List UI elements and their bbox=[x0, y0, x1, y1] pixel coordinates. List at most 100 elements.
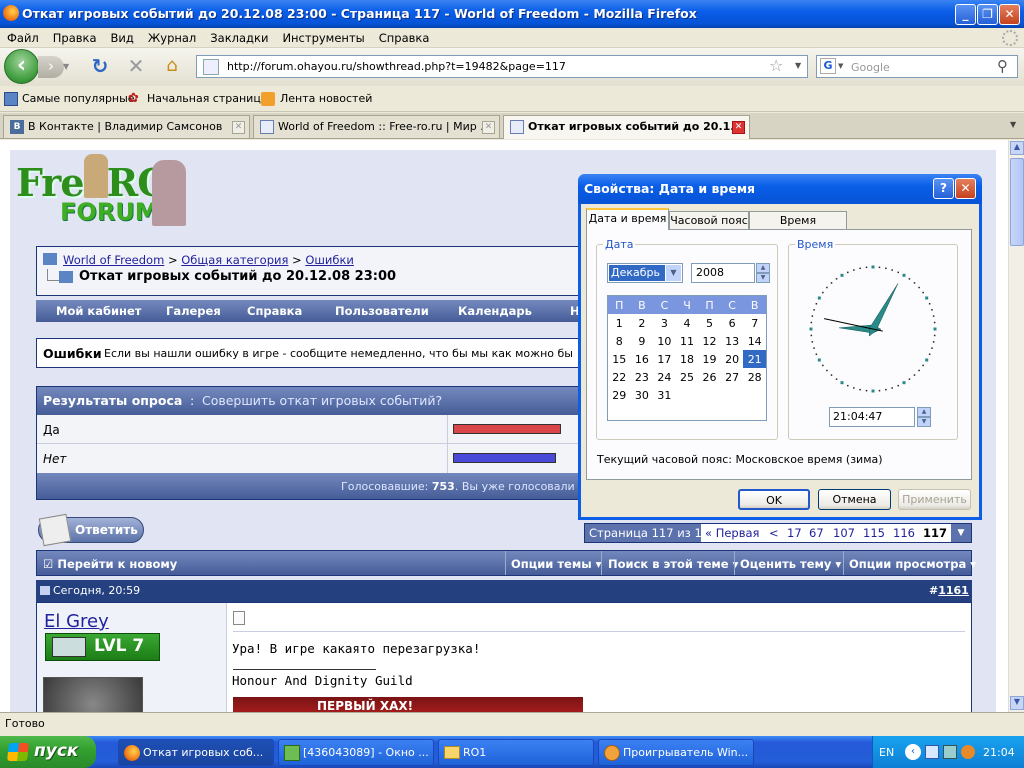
nav-help[interactable]: Справка bbox=[247, 304, 302, 318]
breadcrumb-forum[interactable]: Ошибки bbox=[305, 253, 354, 267]
page-107[interactable]: 107 bbox=[833, 526, 855, 540]
calendar-day[interactable]: 23 bbox=[631, 368, 654, 386]
url-dropdown-icon[interactable]: ▼ bbox=[795, 61, 801, 70]
google-icon[interactable]: G bbox=[820, 58, 836, 74]
tab-active-thread[interactable]: Откат игровых событий до 20.1... ✕ bbox=[503, 115, 750, 139]
tray-expand-icon[interactable]: ‹ bbox=[905, 744, 921, 760]
minimize-button[interactable]: _ bbox=[955, 4, 976, 25]
calendar-day[interactable]: 19 bbox=[698, 350, 721, 368]
calendar-day[interactable]: 20 bbox=[721, 350, 744, 368]
year-down-icon[interactable]: ▼ bbox=[756, 273, 770, 283]
calendar-day[interactable]: 3 bbox=[653, 314, 676, 332]
tab-list-dropdown-icon[interactable]: ▼ bbox=[1010, 120, 1016, 129]
thread-rate-menu[interactable]: Оценить тему ▾ bbox=[740, 557, 841, 571]
apply-button[interactable]: Применить bbox=[898, 489, 971, 510]
url-bar[interactable]: http://forum.ohayou.ru/showthread.php?t=… bbox=[196, 55, 808, 78]
home-icon[interactable]: ⌂ bbox=[160, 55, 184, 79]
menu-history[interactable]: Журнал bbox=[141, 28, 203, 45]
network-icon[interactable] bbox=[925, 745, 939, 759]
calendar-day[interactable]: 13 bbox=[721, 332, 744, 350]
signature-banner[interactable]: ПЕРВЫЙ ХАХ! bbox=[233, 697, 583, 712]
nav-calendar[interactable]: Календарь bbox=[458, 304, 532, 318]
page-first[interactable]: « Первая bbox=[705, 526, 759, 540]
reload-icon[interactable]: ↻ bbox=[88, 54, 112, 78]
tab-close-icon[interactable]: ✕ bbox=[482, 121, 495, 134]
time-down-icon[interactable]: ▼ bbox=[917, 417, 931, 427]
tab-close-icon[interactable]: ✕ bbox=[232, 121, 245, 134]
calendar-day[interactable]: 17 bbox=[653, 350, 676, 368]
taskbar-item-folder[interactable]: RO1 bbox=[438, 739, 594, 766]
close-button[interactable]: ✕ bbox=[999, 4, 1020, 25]
calendar-day[interactable]: 26 bbox=[698, 368, 721, 386]
time-up-icon[interactable]: ▲ bbox=[917, 407, 931, 417]
page-116[interactable]: 116 bbox=[893, 526, 915, 540]
engine-dropdown-icon[interactable]: ▼ bbox=[838, 62, 843, 70]
month-dropdown-icon[interactable]: ▼ bbox=[666, 265, 681, 281]
calendar-day[interactable]: 1 bbox=[608, 314, 631, 332]
cancel-button[interactable]: Отмена bbox=[818, 489, 891, 510]
history-dropdown-icon[interactable]: ▼ bbox=[63, 62, 75, 72]
calendar-day[interactable]: 29 bbox=[608, 386, 631, 404]
nav-users[interactable]: Пользователи bbox=[335, 304, 429, 318]
post-number-link[interactable]: 1161 bbox=[938, 584, 969, 597]
page-67[interactable]: 67 bbox=[809, 526, 824, 540]
year-up-icon[interactable]: ▲ bbox=[756, 263, 770, 273]
page-115[interactable]: 115 bbox=[863, 526, 885, 540]
calendar-day[interactable]: 10 bbox=[653, 332, 676, 350]
bookmark-star-icon[interactable]: ☆ bbox=[769, 56, 783, 75]
tab-close-icon[interactable]: ✕ bbox=[732, 121, 745, 134]
calendar-day[interactable]: 18 bbox=[676, 350, 699, 368]
nav-gallery[interactable]: Галерея bbox=[166, 304, 221, 318]
taskbar-item-firefox[interactable]: Откат игровых соб... bbox=[118, 739, 274, 766]
forward-button[interactable]: › bbox=[38, 56, 64, 78]
thread-view-menu[interactable]: Опции просмотра ▾ bbox=[849, 557, 976, 571]
calendar-day[interactable]: 22 bbox=[608, 368, 631, 386]
calendar-day[interactable]: 12 bbox=[698, 332, 721, 350]
tab-vkontakte[interactable]: B В Контакте | Владимир Самсонов ✕ bbox=[3, 115, 250, 138]
ok-button[interactable]: OK bbox=[738, 489, 810, 510]
calendar-day[interactable]: 24 bbox=[653, 368, 676, 386]
calendar-day[interactable]: 8 bbox=[608, 332, 631, 350]
scroll-thumb[interactable] bbox=[1010, 158, 1024, 246]
calendar-day-selected[interactable]: 21 bbox=[743, 350, 766, 368]
breadcrumb-home[interactable]: World of Freedom bbox=[63, 253, 164, 267]
start-button[interactable]: пуск bbox=[0, 736, 96, 768]
page-prev[interactable]: < bbox=[769, 526, 779, 540]
thread-search-menu[interactable]: Поиск в этой теме ▾ bbox=[608, 557, 738, 571]
time-input[interactable]: 21:04:47 bbox=[829, 407, 915, 427]
taskbar-item-chat[interactable]: [436043089] - Окно ... bbox=[278, 739, 434, 766]
dialog-tab-timezone[interactable]: Часовой пояс bbox=[669, 211, 749, 230]
calendar-day[interactable]: 30 bbox=[631, 386, 654, 404]
calendar-day[interactable]: 4 bbox=[676, 314, 699, 332]
calendar-day[interactable]: 14 bbox=[743, 332, 766, 350]
menu-edit[interactable]: Правка bbox=[46, 28, 104, 45]
menu-view[interactable]: Вид bbox=[104, 28, 141, 45]
calendar-day[interactable]: 11 bbox=[676, 332, 699, 350]
media-tray-icon[interactable] bbox=[961, 745, 975, 759]
bookmark-news-feed[interactable]: Лента новостей bbox=[280, 92, 372, 105]
search-magnifier-icon[interactable]: ⚲ bbox=[997, 57, 1008, 75]
dialog-close-button[interactable]: ✕ bbox=[955, 178, 976, 199]
calendar-day[interactable]: 31 bbox=[653, 386, 676, 404]
forum-logo[interactable]: FreeRO FORUM bbox=[14, 154, 186, 226]
scroll-down-icon[interactable]: ▼ bbox=[1010, 696, 1024, 710]
search-box[interactable]: G ▼ Google ⚲ bbox=[816, 55, 1018, 78]
calendar-day[interactable]: 5 bbox=[698, 314, 721, 332]
calendar-day[interactable]: 2 bbox=[631, 314, 654, 332]
vertical-scrollbar[interactable]: ▲ ▼ bbox=[1008, 140, 1024, 712]
dialog-help-button[interactable]: ? bbox=[933, 178, 954, 199]
tray-app-icon[interactable] bbox=[943, 745, 957, 759]
language-indicator[interactable]: EN bbox=[879, 746, 894, 759]
restore-button[interactable]: ❐ bbox=[977, 4, 998, 25]
back-button[interactable]: ‹ bbox=[4, 49, 39, 84]
reply-button[interactable]: Ответить bbox=[38, 513, 144, 547]
tab-world-of-freedom[interactable]: World of Freedom :: Free-ro.ru | Мир ...… bbox=[253, 115, 500, 138]
calendar-day[interactable]: 25 bbox=[676, 368, 699, 386]
breadcrumb-category[interactable]: Общая категория bbox=[181, 253, 288, 267]
calendar-day[interactable]: 28 bbox=[743, 368, 766, 386]
menu-tools[interactable]: Инструменты bbox=[275, 28, 371, 45]
forum-home-icon[interactable] bbox=[43, 253, 57, 265]
bookmark-most-visited[interactable]: Самые популярные bbox=[22, 92, 135, 105]
menu-help[interactable]: Справка bbox=[372, 28, 437, 45]
calendar-day[interactable]: 27 bbox=[721, 368, 744, 386]
